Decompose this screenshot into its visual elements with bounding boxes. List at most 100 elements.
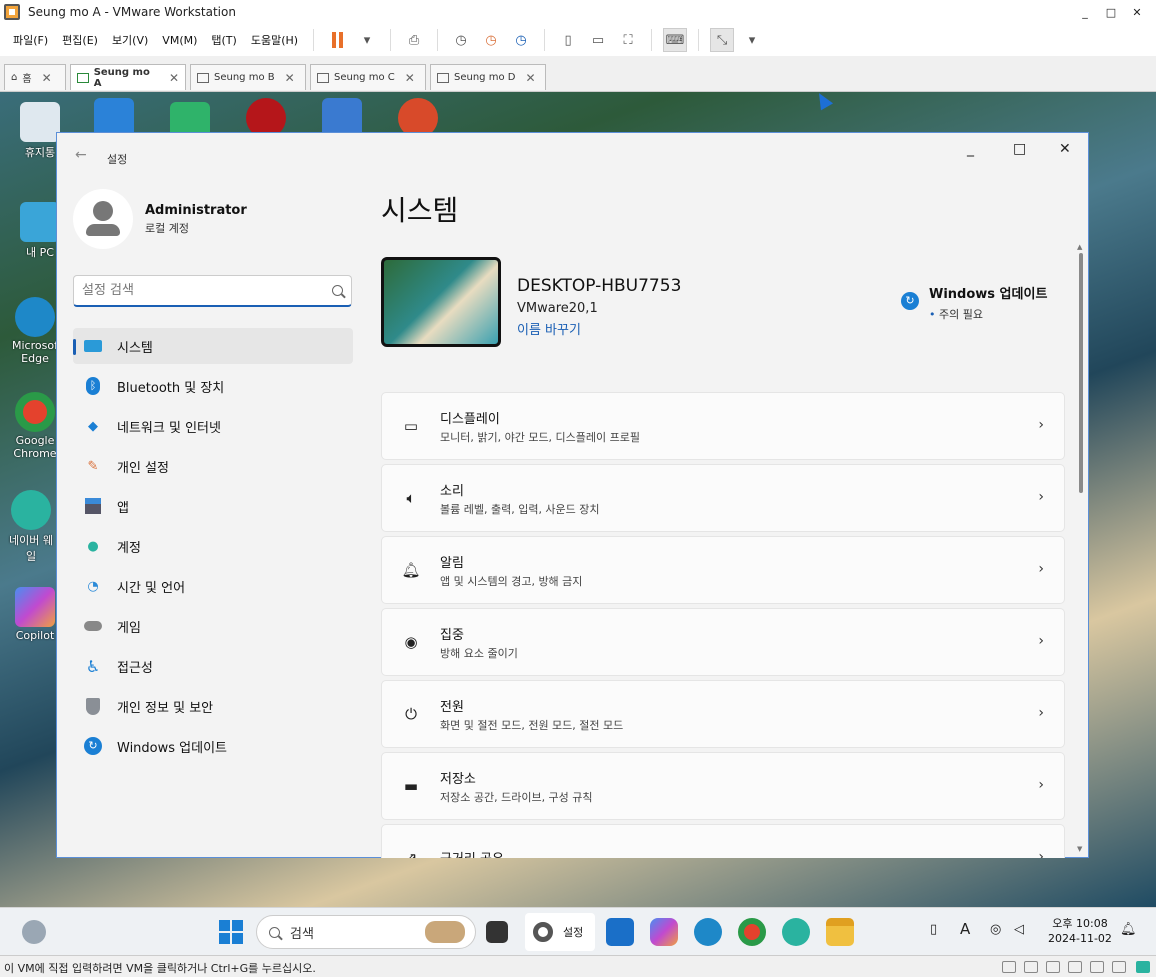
nav-item-label: 개인 정보 및 보안 xyxy=(117,700,214,716)
send-ctrl-alt-del-icon[interactable]: ⎙ xyxy=(402,28,426,52)
hard-disk-icon[interactable] xyxy=(1002,961,1016,973)
scroll-thumb[interactable] xyxy=(1079,253,1083,493)
windows-update-status[interactable]: ↻ Windows 업데이트 • 주의 필요 xyxy=(901,283,1047,322)
volume-icon[interactable]: ◁ xyxy=(1014,922,1024,937)
speaker-icon: 🔈︎ xyxy=(406,489,416,507)
copilot-icon[interactable] xyxy=(650,918,678,946)
fullscreen-icon[interactable]: ⛶ xyxy=(616,28,640,52)
rename-link[interactable]: 이름 바꾸기 xyxy=(517,319,581,338)
cd-drive-icon[interactable] xyxy=(1024,961,1038,973)
card-power[interactable]: ⏻ 전원 화면 및 절전 모드, 전원 모드, 절전 모드 › xyxy=(381,680,1065,748)
minimize-button[interactable]: _ xyxy=(1072,6,1098,19)
ime-indicator[interactable]: A xyxy=(960,920,970,938)
usb-device-icon[interactable] xyxy=(1068,961,1082,973)
display-device-icon[interactable] xyxy=(1112,961,1126,973)
user-profile[interactable]: Administrator 로컬 계정 xyxy=(73,189,247,249)
card-nearby-sharing[interactable]: ⇗ 근거리 공유 › xyxy=(381,824,1065,858)
network-icon[interactable]: ◎ xyxy=(990,922,1001,937)
nav-item-label: 시스템 xyxy=(117,340,153,356)
desktop-icon-copilot[interactable]: Copilot xyxy=(12,587,58,642)
desktop-icon-chrome[interactable]: Google Chrome xyxy=(12,392,58,460)
taskbar-settings-app[interactable]: 설정 xyxy=(525,913,595,951)
tab-close-icon[interactable]: ✕ xyxy=(405,71,415,85)
sound-card-icon[interactable] xyxy=(1090,961,1104,973)
tab-seung-mo-b[interactable]: Seung mo B ✕ xyxy=(190,64,306,90)
desktop-icon-edge[interactable]: Microsoft Edge xyxy=(12,297,62,365)
tab-close-icon[interactable]: ✕ xyxy=(285,71,295,85)
network-adapter-icon[interactable] xyxy=(1046,961,1060,973)
store-icon[interactable] xyxy=(606,918,634,946)
search-input[interactable] xyxy=(82,283,332,298)
nav-item-personalization[interactable]: ✎ 개인 설정 xyxy=(73,448,353,484)
task-view-icon[interactable] xyxy=(486,921,508,943)
nav-item-bluetooth[interactable]: ᛒ Bluetooth 및 장치 xyxy=(73,368,353,404)
taskbar: 검색 설정 ▯ A ◎ ◁ 오후 10:08 2024-11-02 🔔︎ xyxy=(0,907,1156,955)
snapshot-take-icon[interactable]: ◷ xyxy=(449,28,473,52)
show-library-icon[interactable]: ▯ xyxy=(556,28,580,52)
card-notifications[interactable]: 🔔︎ 알림 앱 및 시스템의 경고, 방해 금지 › xyxy=(381,536,1065,604)
thumbnail-bar-icon[interactable]: ▭ xyxy=(586,28,610,52)
pause-button[interactable] xyxy=(325,28,349,52)
taskbar-clock[interactable]: 오후 10:08 2024-11-02 xyxy=(1048,916,1112,946)
nav-item-accessibility[interactable]: ♿ 접근성 xyxy=(73,648,353,684)
scroll-up-icon[interactable]: ▲ xyxy=(1077,243,1082,251)
stretch-guest-icon[interactable]: ⤡ xyxy=(710,28,735,52)
chrome-icon[interactable] xyxy=(738,918,766,946)
file-explorer-icon[interactable] xyxy=(826,918,854,946)
card-display[interactable]: ▭ 디스플레이 모니터, 밝기, 야간 모드, 디스플레이 프로필 › xyxy=(381,392,1065,460)
start-button[interactable] xyxy=(219,920,243,944)
nav-item-apps[interactable]: 앱 xyxy=(73,488,353,524)
card-storage[interactable]: ▬ 저장소 저장소 공간, 드라이브, 구성 규칙 › xyxy=(381,752,1065,820)
settings-window[interactable]: ← 설정 _ □ ✕ Administrator 로컬 계정 시스템 ᛒ Blu… xyxy=(56,132,1089,858)
maximize-button[interactable]: □ xyxy=(1013,141,1026,157)
card-focus[interactable]: ◉ 집중 방해 요소 줄이기 › xyxy=(381,608,1065,676)
tab-home[interactable]: ⌂ 홈 ✕ xyxy=(4,64,66,90)
nav-item-windows-update[interactable]: ↻ Windows 업데이트 xyxy=(73,728,353,764)
weather-widget-icon[interactable] xyxy=(22,920,46,944)
whale-icon[interactable] xyxy=(782,918,810,946)
menu-vm[interactable]: VM(M) xyxy=(162,34,197,47)
nav-item-accounts[interactable]: ● 계정 xyxy=(73,528,353,564)
maximize-button[interactable]: □ xyxy=(1098,6,1124,19)
menu-help[interactable]: 도움말(H) xyxy=(251,32,298,48)
clock-globe-icon: ◔ xyxy=(87,578,99,594)
nav-item-privacy[interactable]: 개인 정보 및 보안 xyxy=(73,688,353,724)
desktop-icon-whale[interactable]: 네이버 웨일 xyxy=(8,490,54,564)
shield-icon xyxy=(83,696,103,716)
card-sound[interactable]: 🔈︎ 소리 볼륨 레벨, 출력, 입력, 사운드 장치 › xyxy=(381,464,1065,532)
tab-seung-mo-d[interactable]: Seung mo D ✕ xyxy=(430,64,546,90)
close-button[interactable]: ✕ xyxy=(1124,6,1150,19)
settings-search[interactable] xyxy=(73,275,352,307)
menu-view[interactable]: 보기(V) xyxy=(112,32,148,48)
close-button[interactable]: ✕ xyxy=(1059,141,1071,157)
scroll-down-icon[interactable]: ▼ xyxy=(1077,845,1082,853)
tab-close-icon[interactable]: ✕ xyxy=(525,71,535,85)
notification-bell-icon[interactable]: 🔔︎ xyxy=(1120,922,1137,937)
menu-file[interactable]: 파일(F) xyxy=(13,32,48,48)
nav-item-gaming[interactable]: 게임 xyxy=(73,608,353,644)
tab-seung-mo-a[interactable]: Seung mo A ✕ xyxy=(70,64,186,90)
console-view-icon[interactable]: ⌨ xyxy=(663,28,688,52)
stretch-dropdown-icon[interactable]: ▾ xyxy=(740,28,764,52)
tab-seung-mo-c[interactable]: Seung mo C ✕ xyxy=(310,64,426,90)
edge-icon[interactable] xyxy=(694,918,722,946)
back-button[interactable]: ← xyxy=(75,147,87,163)
pause-dropdown-icon[interactable]: ▾ xyxy=(355,28,379,52)
snapshot-revert-icon[interactable]: ◷ xyxy=(479,28,503,52)
scrollbar[interactable]: ▲ ▼ xyxy=(1077,243,1085,855)
menu-edit[interactable]: 편집(E) xyxy=(62,32,98,48)
chevron-right-icon: › xyxy=(1038,561,1044,577)
minimize-button[interactable]: _ xyxy=(967,141,974,157)
tab-close-icon[interactable]: ✕ xyxy=(169,71,179,85)
chevron-right-icon: › xyxy=(1038,705,1044,721)
message-log-icon[interactable] xyxy=(1136,961,1150,973)
taskbar-search[interactable]: 검색 xyxy=(256,915,476,949)
snapshot-manager-icon[interactable]: ◷ xyxy=(509,28,533,52)
menu-tab[interactable]: 탭(T) xyxy=(211,32,236,48)
nav-item-network[interactable]: ◆ 네트워크 및 인터넷 xyxy=(73,408,353,444)
nav-item-time-language[interactable]: ◔ 시간 및 언어 xyxy=(73,568,353,604)
vmware-titlebar: Seung mo A - VMware Workstation _ □ ✕ xyxy=(0,0,1156,24)
tab-close-icon[interactable]: ✕ xyxy=(42,71,52,85)
nav-item-system[interactable]: 시스템 xyxy=(73,328,353,364)
usb-icon[interactable]: ▯ xyxy=(930,922,937,937)
